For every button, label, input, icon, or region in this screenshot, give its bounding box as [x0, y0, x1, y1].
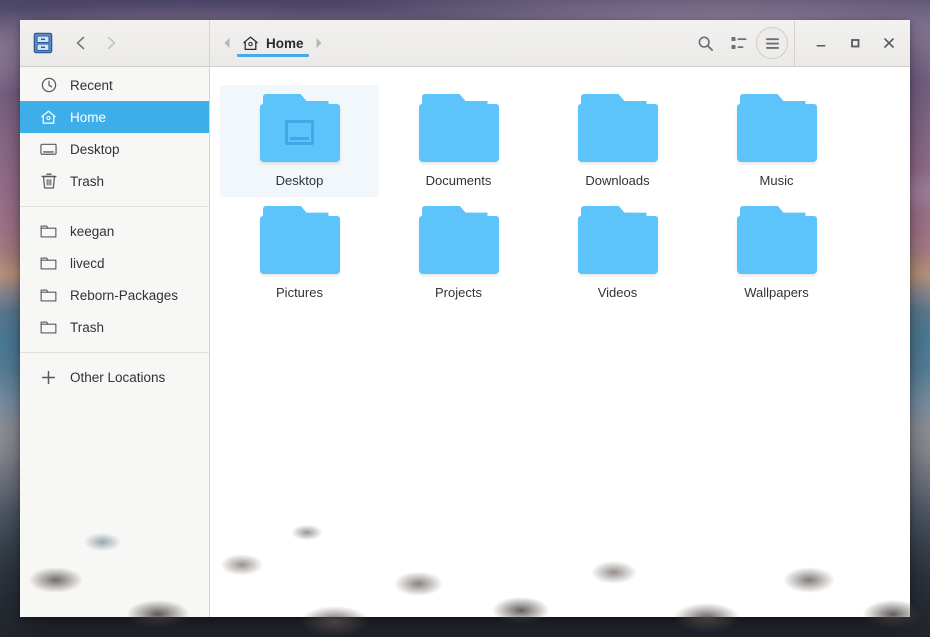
folder-icon [418, 203, 499, 277]
monitor-emblem-icon [284, 120, 314, 145]
sidebar-item-label: Trash [70, 319, 105, 335]
search-icon [697, 35, 714, 52]
close-button[interactable] [872, 26, 906, 60]
sidebar-item-label: Home [70, 109, 107, 125]
sidebar-item-keegan[interactable]: keegan [20, 215, 209, 247]
monitor-icon [40, 141, 57, 158]
sidebar-item-label: Reborn-Packages [70, 287, 179, 303]
home-icon [40, 109, 57, 126]
breadcrumb-scroll-right-icon[interactable] [310, 37, 328, 49]
plus-icon [40, 369, 57, 386]
sidebar: Recent Home Desktop Trash keegan livecd … [20, 67, 210, 617]
trash-icon [40, 173, 57, 190]
sidebar-item-recent[interactable]: Recent [20, 69, 209, 101]
sidebar-item-other-locations[interactable]: Other Locations [20, 361, 209, 393]
file-item-label: Pictures [276, 284, 323, 300]
window-body: Recent Home Desktop Trash keegan livecd … [20, 67, 910, 617]
sidebar-item-trash[interactable]: Trash [20, 165, 209, 197]
sidebar-item-trash-bookmark[interactable]: Trash [20, 311, 209, 343]
folder-icon [259, 91, 340, 165]
header-bar: Home [20, 20, 910, 67]
folder-icon [418, 91, 499, 165]
sidebar-item-desktop[interactable]: Desktop [20, 133, 209, 165]
file-item-desktop[interactable]: Desktop [220, 85, 379, 197]
folder-icon [736, 91, 817, 165]
file-manager-icon [20, 32, 66, 54]
sidebar-item-label: Desktop [70, 141, 120, 157]
folder-icon [736, 203, 817, 277]
sidebar-item-reborn-packages[interactable]: Reborn-Packages [20, 279, 209, 311]
file-item-projects[interactable]: Projects [379, 197, 538, 309]
header-divider [794, 20, 795, 66]
file-item-videos[interactable]: Videos [538, 197, 697, 309]
file-item-pictures[interactable]: Pictures [220, 197, 379, 309]
sidebar-item-label: keegan [70, 223, 115, 239]
sidebar-divider [20, 206, 209, 207]
header-left-section [20, 20, 210, 66]
breadcrumb: Home [210, 20, 688, 66]
file-item-downloads[interactable]: Downloads [538, 85, 697, 197]
breadcrumb-label: Home [266, 35, 304, 51]
sidebar-group-other: Other Locations [20, 361, 209, 393]
header-right-section [688, 20, 910, 66]
folder-icon [259, 203, 340, 277]
file-item-label: Music [759, 173, 794, 188]
view-toggle-button[interactable] [722, 26, 756, 60]
folder-icon [40, 287, 57, 304]
home-icon [242, 35, 259, 52]
clock-icon [40, 77, 57, 94]
file-item-wallpapers[interactable]: Wallpapers [697, 197, 856, 309]
sidebar-divider [20, 352, 209, 353]
forward-button[interactable] [96, 28, 126, 58]
file-grid: Desktop Documents Downloads Music Pictur… [220, 85, 900, 308]
file-item-documents[interactable]: Documents [379, 85, 538, 197]
file-item-label: Projects [435, 284, 482, 300]
menu-button[interactable] [756, 27, 788, 59]
file-item-label: Desktop [275, 173, 324, 188]
sidebar-item-label: Recent [70, 77, 113, 93]
file-list-view[interactable]: Desktop Documents Downloads Music Pictur… [210, 67, 910, 617]
desktop-wallpaper: Home Recent Home Desktop Trash keegan li… [0, 0, 930, 637]
file-item-music[interactable]: Music [697, 85, 856, 197]
file-item-label: Downloads [585, 173, 650, 188]
sidebar-item-livecd[interactable]: livecd [20, 247, 209, 279]
breadcrumb-scroll-left-icon[interactable] [218, 37, 236, 49]
file-manager-window: Home Recent Home Desktop Trash keegan li… [20, 20, 910, 617]
file-item-label: Videos [597, 284, 638, 300]
folder-icon [40, 223, 57, 240]
list-view-icon [731, 36, 747, 50]
back-button[interactable] [66, 28, 96, 58]
hamburger-menu-icon [765, 37, 780, 50]
sidebar-item-label: Other Locations [70, 369, 166, 385]
breadcrumb-item-home[interactable]: Home [236, 20, 310, 66]
sidebar-group-places: Recent Home Desktop Trash [20, 69, 209, 197]
sidebar-item-label: livecd [70, 255, 105, 271]
breadcrumb-active-underline [237, 54, 309, 57]
folder-icon [577, 91, 658, 165]
file-item-label: Documents [425, 173, 492, 188]
minimize-button[interactable] [804, 26, 838, 60]
folder-icon [40, 255, 57, 272]
sidebar-group-bookmarks: keegan livecd Reborn-Packages Trash [20, 215, 209, 343]
sidebar-item-home[interactable]: Home [20, 101, 209, 133]
search-button[interactable] [688, 26, 722, 60]
folder-icon [577, 203, 658, 277]
file-item-label: Wallpapers [744, 284, 809, 300]
maximize-button[interactable] [838, 26, 872, 60]
folder-icon [40, 319, 57, 336]
sidebar-item-label: Trash [70, 173, 105, 189]
